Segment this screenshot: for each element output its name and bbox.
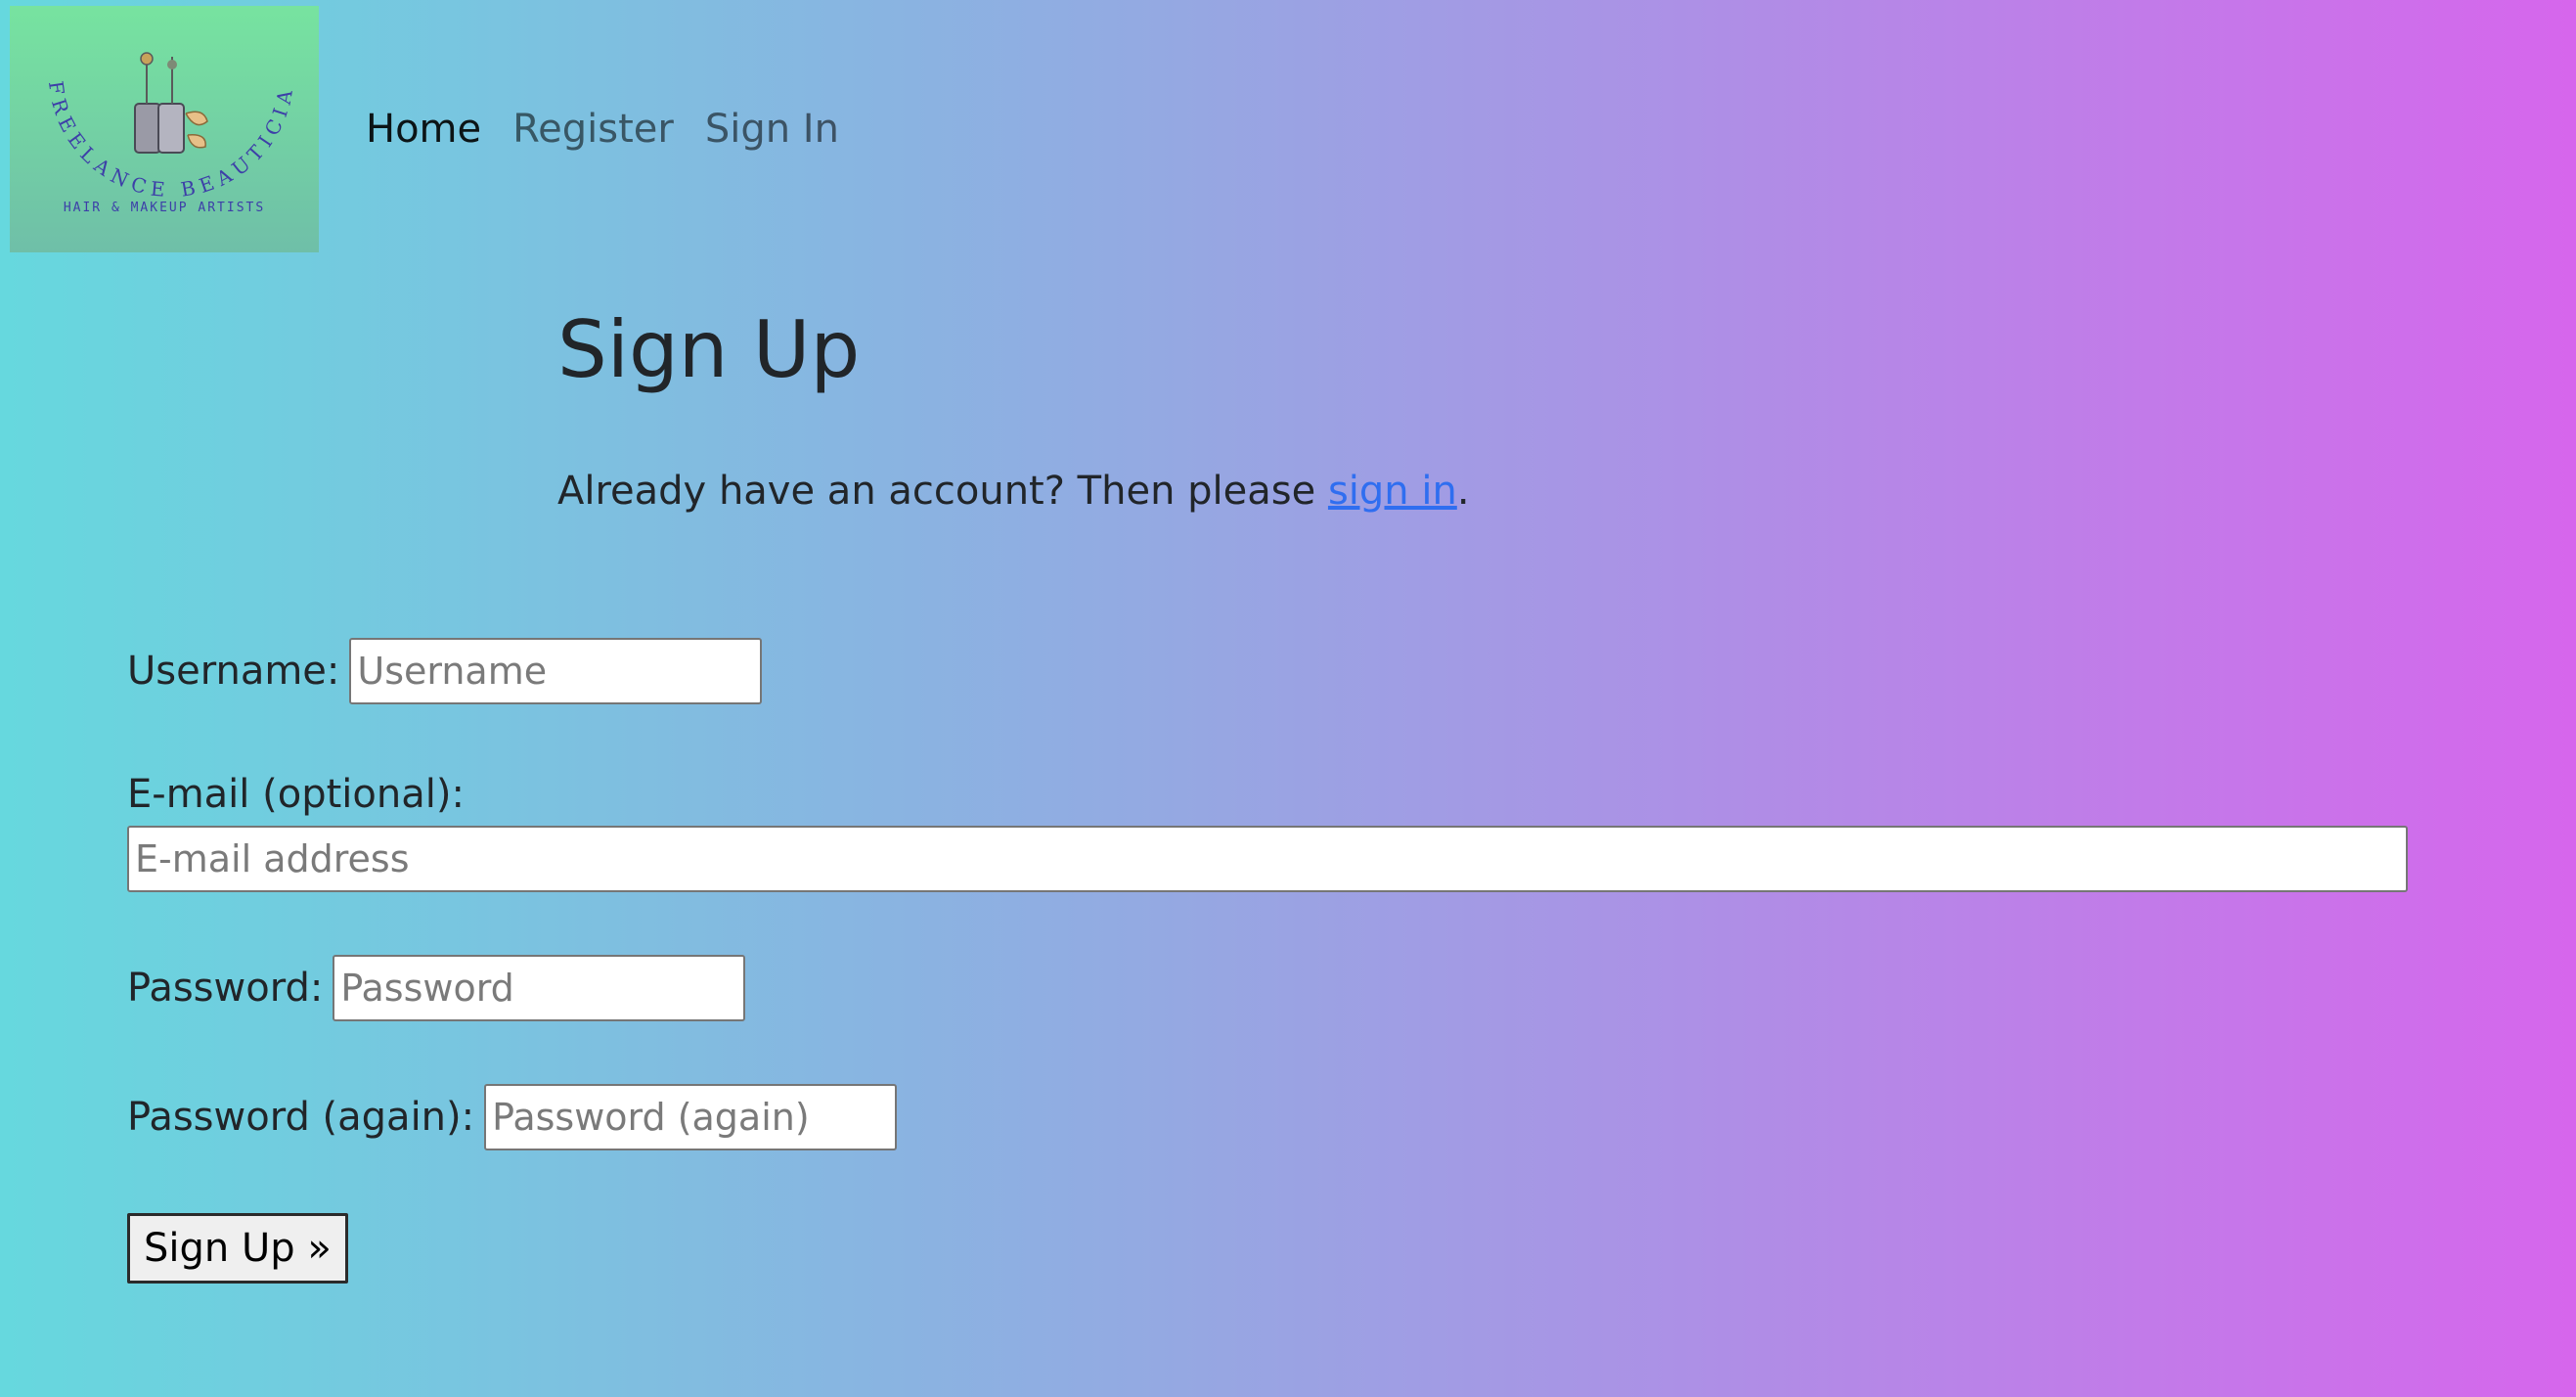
vase-icon (157, 103, 185, 154)
sign-in-prompt-suffix: . (1456, 469, 1470, 514)
email-input[interactable] (127, 826, 2408, 892)
username-row: Username: (127, 638, 763, 704)
vase-icon (134, 103, 161, 154)
nav-register-link[interactable]: Register (512, 100, 674, 158)
logo-tagline: HAIR & MAKEUP ARTISTS (64, 201, 265, 215)
page-title: Sign Up (557, 304, 861, 395)
main-nav: Home Register Sign In (366, 100, 839, 158)
password-again-label: Password (again): (127, 1095, 475, 1140)
password-input[interactable] (333, 955, 746, 1021)
password-row: Password: (127, 955, 746, 1021)
password-again-input[interactable] (484, 1084, 898, 1150)
nav-home-link[interactable]: Home (366, 100, 481, 158)
username-label: Username: (127, 649, 340, 694)
username-input[interactable] (349, 638, 763, 704)
password-again-row: Password (again): (127, 1084, 898, 1150)
site-logo[interactable]: FREELANCE BEAUTICIANS HAIR & MAKEUP ARTI… (10, 6, 319, 252)
sign-in-prompt: Already have an account? Then please sig… (557, 462, 1470, 520)
password-label: Password: (127, 966, 324, 1011)
email-label: E-mail (optional): (127, 772, 465, 817)
sign-up-button[interactable]: Sign Up » (127, 1213, 348, 1284)
sign-in-link[interactable]: sign in (1328, 469, 1457, 514)
logo-image: FREELANCE BEAUTICIANS HAIR & MAKEUP ARTI… (10, 6, 292, 215)
nav-sign-in-link[interactable]: Sign In (705, 100, 839, 158)
sign-in-prompt-text: Already have an account? Then please (557, 469, 1328, 514)
